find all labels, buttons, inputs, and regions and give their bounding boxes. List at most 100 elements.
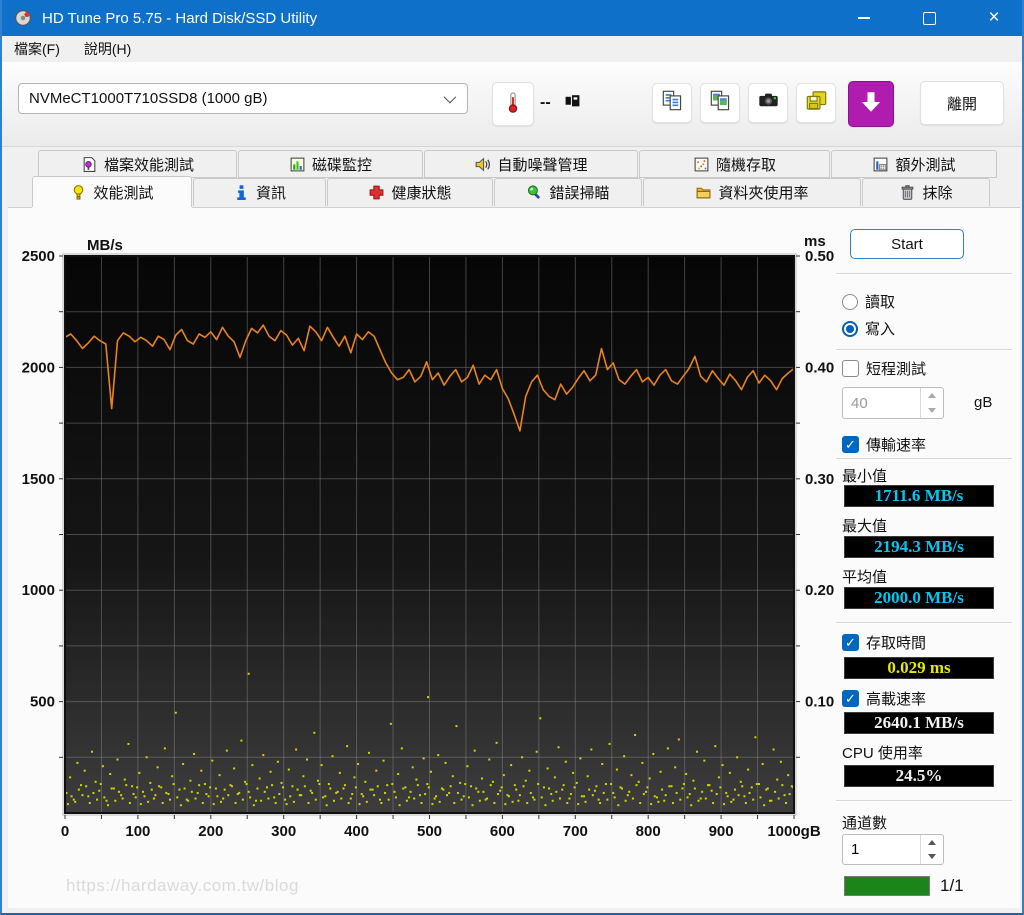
spin-up-icon[interactable]	[921, 388, 943, 403]
write-radio[interactable]	[842, 320, 858, 337]
copy-text-button[interactable]	[652, 83, 692, 123]
svg-text:1000gB: 1000gB	[767, 823, 821, 840]
menu-bar: 檔案(F) 說明(H)	[2, 36, 1022, 63]
health-icon	[368, 184, 385, 201]
svg-text:500: 500	[30, 694, 55, 711]
save-button[interactable]	[796, 83, 836, 123]
benchmark-panel: Start 讀取 寫入 短程測試 40 gB ✓ 傳輸速率 最小值 1711.6…	[834, 208, 1020, 908]
tab-label: 抹除	[922, 185, 953, 202]
channels-spinner[interactable]: 1	[842, 834, 944, 865]
progress-bar	[844, 876, 930, 896]
temperature-button[interactable]	[492, 82, 534, 126]
random-access-icon	[693, 156, 710, 173]
cpu-usage-value: 24.5%	[844, 765, 994, 787]
maximize-button[interactable]	[906, 0, 952, 36]
tab-label: 磁碟監控	[311, 156, 372, 174]
separator	[836, 800, 1012, 802]
tab-資料夾使用率[interactable]: 資料夾使用率	[643, 178, 861, 206]
burst-rate-row[interactable]: ✓ 高載速率	[842, 688, 926, 709]
progress-text: 1/1	[940, 876, 964, 895]
start-button[interactable]: Start	[850, 229, 964, 259]
svg-text:100: 100	[125, 823, 150, 840]
start-button-label: Start	[891, 235, 923, 253]
burst-rate-label: 高載速率	[866, 691, 927, 708]
channels-label: 通道數	[842, 815, 888, 832]
watermark: https://hardaway.com.tw/blog	[66, 876, 299, 895]
save-icon	[805, 89, 828, 117]
exit-button-label: 離開	[946, 95, 977, 113]
read-radio[interactable]	[842, 293, 858, 310]
download-arrow-icon	[857, 88, 885, 121]
extra-tests-icon	[872, 156, 889, 173]
menu-file[interactable]: 檔案(F)	[2, 37, 72, 61]
screenshot-button[interactable]	[748, 83, 788, 123]
tab-label: 資料夾使用率	[718, 185, 809, 202]
exit-button[interactable]: 離開	[920, 81, 1004, 125]
tab-抹除[interactable]: 抹除	[862, 178, 990, 206]
tab-額外測試[interactable]: 額外測試	[831, 150, 997, 178]
minimize-button[interactable]	[841, 0, 887, 36]
tab-label: 隨機存取	[715, 156, 776, 174]
write-radio-label: 寫入	[865, 321, 896, 338]
svg-text:0.30: 0.30	[805, 471, 834, 488]
read-radio-row[interactable]: 讀取	[842, 291, 895, 312]
benchmark-icon	[70, 184, 87, 201]
tab-健康狀態[interactable]: 健康狀態	[327, 178, 493, 206]
spin-down-icon[interactable]	[921, 850, 943, 865]
short-stroke-size-spinner[interactable]: 40	[842, 387, 944, 419]
app-window: HD Tune Pro 5.75 - Hard Disk/SSD Utility…	[0, 0, 1024, 915]
access-time-checkbox[interactable]: ✓	[842, 634, 859, 651]
svg-text:600: 600	[490, 823, 515, 840]
svg-text:400: 400	[344, 823, 369, 840]
toolbar: NVMeCT1000T710SSD8 (1000 gB) -- 離開	[2, 62, 1022, 147]
copy-image-button[interactable]	[700, 83, 740, 123]
access-time-row[interactable]: ✓ 存取時間	[842, 632, 926, 653]
short-stroke-row[interactable]: 短程測試	[842, 358, 926, 379]
cpu-usage-label: CPU 使用率	[842, 745, 923, 762]
tab-自動噪聲管理[interactable]: 自動噪聲管理	[424, 150, 638, 178]
svg-text:1500: 1500	[22, 471, 55, 488]
svg-text:900: 900	[709, 823, 734, 840]
drive-select-value: NVMeCT1000T710SSD8 (1000 gB)	[29, 90, 268, 107]
tab-資訊[interactable]: 資訊	[193, 178, 326, 206]
write-radio-row[interactable]: 寫入	[842, 318, 895, 339]
close-button[interactable]: ×	[971, 0, 1017, 36]
spin-up-icon[interactable]	[921, 835, 943, 850]
svg-text:800: 800	[636, 823, 661, 840]
window-title: HD Tune Pro 5.75 - Hard Disk/SSD Utility	[42, 9, 318, 27]
tab-錯誤掃瞄[interactable]: 錯誤掃瞄	[494, 178, 642, 206]
tab-隨機存取[interactable]: 隨機存取	[639, 150, 830, 178]
erase-icon	[899, 184, 916, 201]
tab-磁碟監控[interactable]: 磁碟監控	[238, 150, 423, 178]
burst-rate-value: 2640.1 MB/s	[844, 712, 994, 734]
svg-text:1000: 1000	[22, 582, 55, 599]
tab-row-secondary: 檔案效能測試 磁碟監控 自動噪聲管理 隨機存取 額外測試	[38, 150, 998, 178]
menu-help[interactable]: 說明(H)	[72, 37, 143, 61]
svg-text:MB/s: MB/s	[87, 237, 123, 254]
short-stroke-checkbox[interactable]	[842, 360, 859, 377]
benchmark-page: MB/s ms 2500 2000 1500 1000 500 0.50 0.40 0.30 0.2…	[8, 207, 1020, 908]
drive-select[interactable]: NVMeCT1000T710SSD8 (1000 gB)	[18, 83, 468, 114]
burst-rate-checkbox[interactable]: ✓	[842, 690, 859, 707]
app-icon	[14, 9, 32, 27]
svg-text:300: 300	[271, 823, 296, 840]
transfer-rate-row[interactable]: ✓ 傳輸速率	[842, 434, 926, 455]
read-radio-label: 讀取	[865, 294, 896, 311]
camera-icon	[757, 89, 780, 117]
max-label: 最大值	[842, 518, 888, 535]
download-button[interactable]	[848, 81, 894, 127]
access-time-label: 存取時間	[866, 635, 927, 652]
error-scan-icon	[526, 184, 543, 201]
spin-down-icon[interactable]	[921, 403, 943, 418]
tab-效能測試[interactable]: 效能測試	[32, 176, 192, 207]
tab-label: 效能測試	[93, 184, 154, 202]
thermometer-icon	[501, 90, 525, 119]
transfer-rate-checkbox[interactable]: ✓	[842, 436, 859, 453]
file-benchmark-icon	[81, 156, 98, 173]
min-value: 1711.6 MB/s	[844, 485, 994, 507]
tab-檔案效能測試[interactable]: 檔案效能測試	[38, 150, 237, 178]
svg-text:2000: 2000	[22, 359, 55, 376]
access-time-value: 0.029 ms	[844, 657, 994, 679]
speaker-icon	[474, 156, 491, 173]
tab-label: 資訊	[255, 185, 286, 202]
